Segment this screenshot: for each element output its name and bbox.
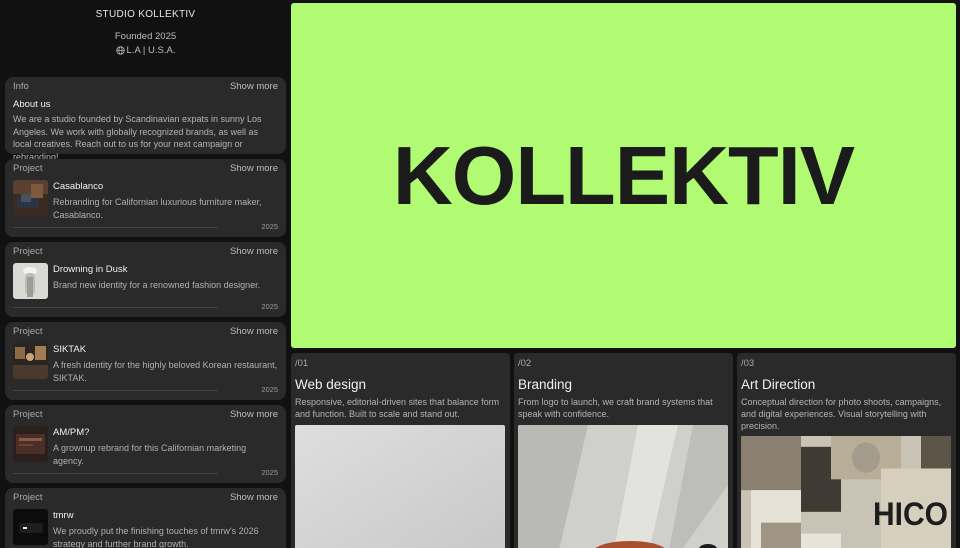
project-year: 2025 [261, 302, 278, 311]
project-description: A fresh identity for the highly beloved … [53, 360, 278, 383]
show-more-button[interactable]: Show more [230, 81, 278, 93]
project-thumbnail [13, 343, 48, 379]
project-description: We proudly put the finishing touches of … [53, 526, 259, 548]
hero-wordmark: KOLLEKTIV [392, 128, 855, 222]
service-description: Conceptual direction for photo shoots, c… [741, 397, 942, 431]
location: L.A | U.S.A. [0, 45, 291, 56]
project-thumbnail [13, 426, 48, 462]
show-more-button[interactable]: Show more [230, 326, 278, 338]
project-year: 2025 [261, 222, 278, 231]
project-name: AM/PM? [53, 427, 90, 438]
info-label: Info [13, 81, 29, 92]
service-number: /01 [295, 358, 309, 369]
service-card-art-direction[interactable]: /03 Art Direction Conceptual direction f… [737, 353, 956, 548]
divider [13, 227, 218, 228]
project-description: Brand new identity for a renowned fashio… [53, 280, 261, 290]
info-card: Info Show more About us We are a studio … [5, 77, 286, 162]
project-name: tmrw [53, 510, 74, 521]
service-title: Web design [295, 377, 367, 392]
show-more-button[interactable]: Show more [230, 246, 278, 258]
sidebar: STUDIO KOLLEKTIV Founded 2025 L.A | U.S.… [0, 0, 291, 548]
show-more-button[interactable]: Show more [230, 163, 278, 175]
service-image [295, 425, 505, 548]
project-thumbnail [13, 263, 48, 299]
project-name: Casablanco [53, 181, 104, 192]
globe-icon [115, 46, 125, 55]
service-number: /03 [741, 358, 755, 369]
hero-banner: KOLLEKTIV [291, 3, 956, 348]
service-description: From logo to launch, we craft brand syst… [518, 397, 713, 419]
project-year: 2025 [261, 468, 278, 477]
divider [13, 390, 218, 391]
show-more-button[interactable]: Show more [230, 492, 278, 504]
project-card[interactable]: Project Show more Drowning in Dusk Brand… [5, 242, 286, 317]
project-label: Project [13, 246, 43, 257]
service-card-web-design[interactable]: /01 Web design Responsive, editorial-dri… [291, 353, 510, 548]
studio-header: STUDIO KOLLEKTIV Founded 2025 L.A | U.S.… [0, 0, 291, 56]
project-label: Project [13, 163, 43, 174]
project-name: SIKTAK [53, 344, 87, 355]
studio-name: STUDIO KOLLEKTIV [95, 9, 196, 20]
about-text: We are a studio founded by Scandinavian … [13, 114, 262, 162]
about-title: About us [13, 99, 51, 110]
service-card-branding[interactable]: /02 Branding From logo to launch, we cra… [514, 353, 733, 548]
project-description: Rebranding for Californian luxurious fur… [53, 197, 262, 220]
service-description: Responsive, editorial-driven sites that … [295, 397, 500, 419]
project-label: Project [13, 326, 43, 337]
show-more-button[interactable]: Show more [230, 409, 278, 421]
service-title: Branding [518, 377, 573, 392]
location-text: L.A | U.S.A. [126, 45, 176, 56]
founded-text: Founded 2025 [114, 31, 177, 42]
project-card[interactable]: Project Show more SIKTAK A fresh identit… [5, 322, 286, 400]
poster-text: HICO [873, 496, 948, 532]
project-label: Project [13, 492, 43, 503]
project-card[interactable]: Project Show more Casablanco Rebranding … [5, 159, 286, 237]
divider [13, 473, 218, 474]
divider [13, 307, 218, 308]
project-label: Project [13, 409, 43, 420]
project-card[interactable]: Project Show more tmrw We proudly put th… [5, 488, 286, 548]
service-image: HICO [741, 436, 951, 548]
service-number: /02 [518, 358, 532, 369]
project-year: 2025 [261, 385, 278, 394]
project-name: Drowning in Dusk [53, 264, 128, 275]
service-title: Art Direction [741, 377, 816, 392]
project-description: A grownup rebrand for this Californian m… [53, 443, 247, 466]
project-thumbnail [13, 509, 48, 545]
service-image [518, 425, 728, 548]
project-card[interactable]: Project Show more AM/PM? A grownup rebra… [5, 405, 286, 483]
project-thumbnail [13, 180, 48, 216]
